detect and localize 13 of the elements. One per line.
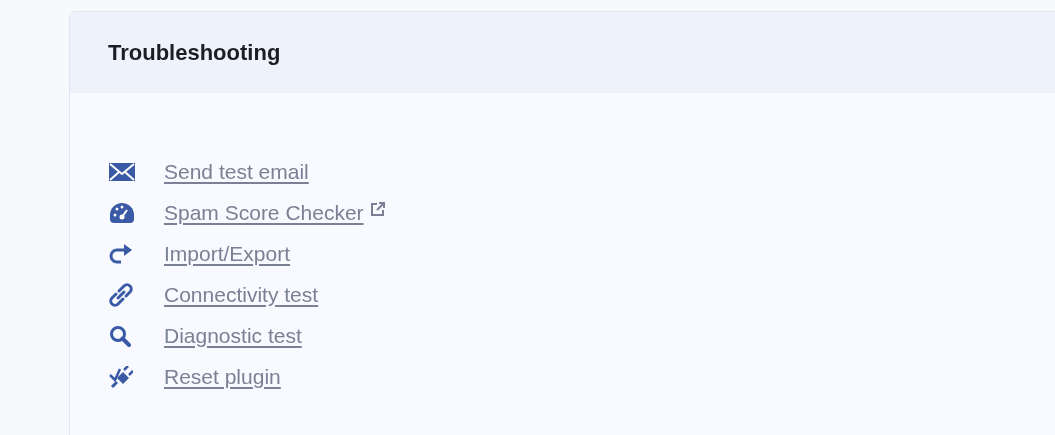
- envelope-icon: [109, 161, 135, 182]
- search-icon: [109, 324, 131, 347]
- troubleshooting-link[interactable]: Connectivity test: [164, 282, 319, 307]
- unplug-icon: [109, 365, 133, 388]
- redo-arrow-icon: [109, 242, 133, 265]
- panel-title: Troubleshooting: [108, 39, 281, 66]
- gauge-icon: [109, 201, 135, 224]
- chain-link-icon: [109, 282, 133, 307]
- troubleshooting-link[interactable]: Send test email: [164, 159, 309, 184]
- troubleshooting-link[interactable]: Diagnostic test: [164, 323, 302, 348]
- troubleshooting-link[interactable]: Import/Export: [164, 241, 291, 266]
- troubleshooting-link[interactable]: Reset plugin: [164, 364, 281, 389]
- troubleshooting-link[interactable]: Spam Score Checker: [164, 200, 386, 225]
